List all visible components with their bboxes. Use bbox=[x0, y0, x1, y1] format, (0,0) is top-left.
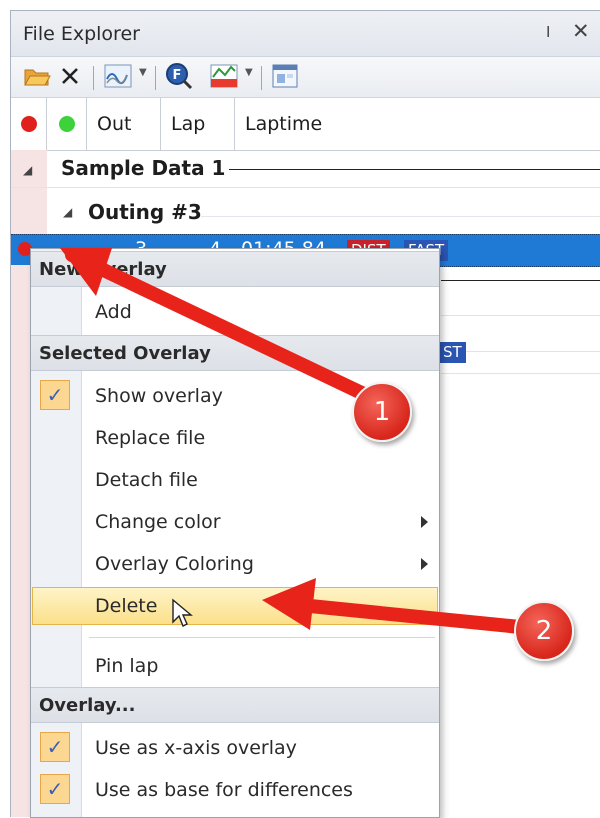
arrow-2 bbox=[283, 597, 537, 635]
arrow-1 bbox=[65, 248, 375, 403]
callout-badge-1: 1 bbox=[352, 382, 412, 442]
annotation-arrows bbox=[60, 248, 537, 635]
callout-badge-2: 2 bbox=[514, 601, 574, 661]
arrow-2-head bbox=[262, 578, 316, 630]
